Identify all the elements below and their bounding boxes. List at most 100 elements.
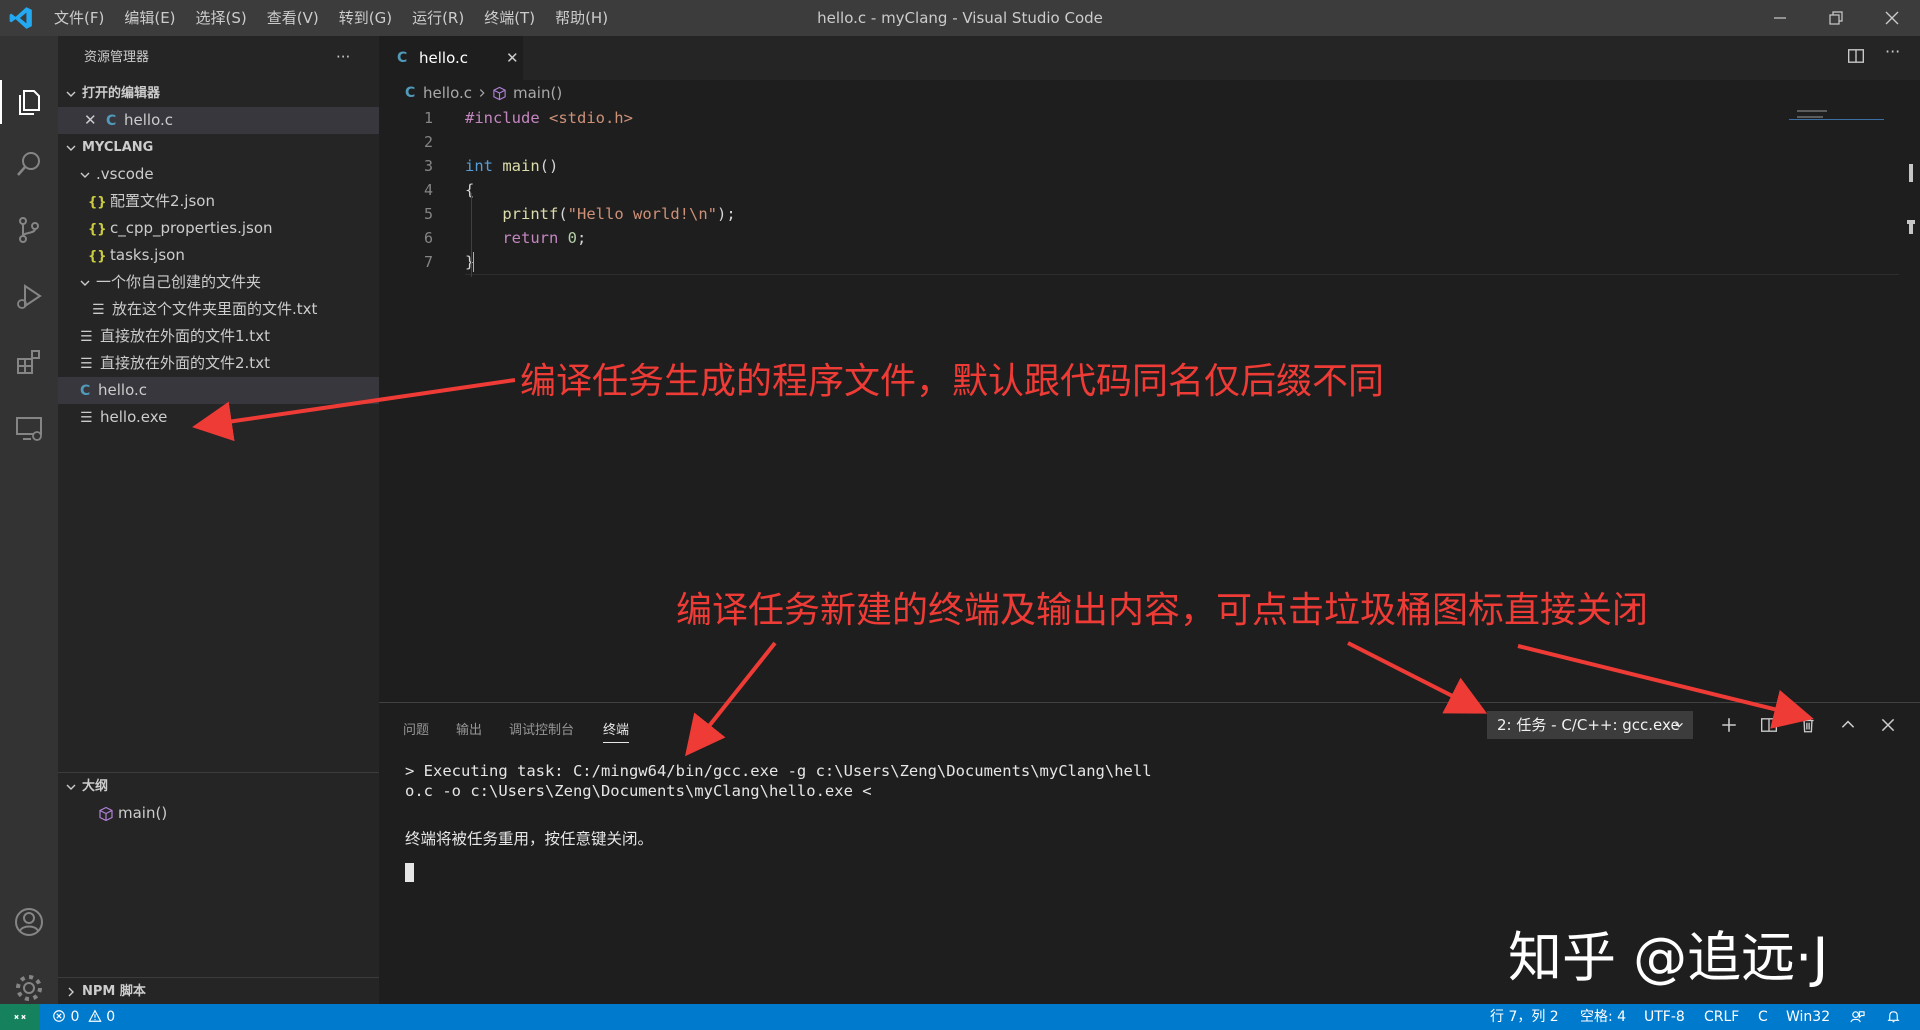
extensions-icon — [17, 350, 40, 374]
settings-button[interactable] — [9, 968, 49, 1008]
trash-icon — [1802, 718, 1814, 733]
text-file-icon: ☰ — [80, 410, 93, 426]
explorer-sidebar: 资源管理器 ··· 打开的编辑器 ✕ Chello.c MYCLANG .vsco… — [58, 36, 405, 1004]
tree-file-inner-txt[interactable]: ☰ 放在这个文件夹里面的文件.txt — [58, 296, 413, 323]
vscode-logo-icon — [9, 7, 32, 29]
outline-label: 大纲 — [82, 779, 109, 794]
menu-selection[interactable]: 选择(S) — [186, 0, 257, 36]
panel-tab-output[interactable]: 输出 — [456, 719, 482, 738]
eol-status[interactable]: CRLF — [1704, 1004, 1739, 1030]
remote-explorer-button[interactable] — [9, 408, 49, 448]
project-section[interactable]: MYCLANG — [58, 134, 385, 161]
menu-edit[interactable]: 编辑(E) — [114, 0, 185, 36]
code-line-6: return 0; — [465, 226, 586, 250]
remote-icon — [14, 1014, 26, 1020]
panel-tab-debug-console[interactable]: 调试控制台 — [509, 719, 574, 738]
tree-file-txt2[interactable]: ☰ 直接放在外面的文件2.txt — [58, 350, 401, 377]
menu-run[interactable]: 运行(R) — [402, 0, 474, 36]
npm-scripts-section[interactable]: NPM 脚本 — [58, 978, 385, 1005]
kill-terminal-button[interactable] — [1794, 711, 1822, 739]
split-terminal-button[interactable] — [1755, 711, 1783, 739]
outline-item-main[interactable]: main() — [58, 800, 419, 827]
menu-go[interactable]: 转到(G) — [329, 0, 402, 36]
indentation-status[interactable]: 空格: 4 — [1580, 1004, 1626, 1030]
tab-hello-c[interactable]: C hello.c ✕ — [379, 36, 523, 80]
accounts-button[interactable] — [9, 902, 49, 942]
scrollbar-thumb[interactable] — [1909, 164, 1913, 182]
menu-view[interactable]: 查看(V) — [257, 0, 329, 36]
explorer-title: 资源管理器 — [84, 50, 150, 65]
c-file-icon: C — [80, 383, 91, 399]
tree-folder-vscode[interactable]: .vscode — [58, 161, 399, 188]
panel-tab-problems[interactable]: 问题 — [403, 719, 429, 738]
breadcrumb-symbol[interactable]: main() — [513, 84, 562, 102]
run-debug-icon — [17, 284, 42, 309]
open-editors-section[interactable]: 打开的编辑器 — [58, 80, 385, 107]
restore-button[interactable] — [1808, 0, 1864, 36]
editor-more-actions-button[interactable]: ··· — [1885, 42, 1900, 61]
split-editor-button[interactable] — [1847, 47, 1869, 69]
terminal-select[interactable]: 2: 任务 - C/C++: gcc.exe — [1487, 711, 1693, 739]
tree-file-json-config2[interactable]: {} 配置文件2.json — [58, 188, 409, 215]
language-status[interactable]: C — [1758, 1004, 1768, 1030]
tree-file-label: 放在这个文件夹里面的文件.txt — [112, 300, 318, 318]
chevron-down-icon — [66, 91, 76, 97]
close-icon[interactable]: ✕ — [84, 107, 106, 134]
tree-file-tasks-json[interactable]: {} tasks.json — [58, 242, 409, 269]
warning-count: 0 — [106, 1009, 116, 1025]
chevron-right-icon — [479, 89, 485, 97]
panel-tab-terminal[interactable]: 终端 — [603, 719, 630, 743]
notifications-button[interactable] — [1886, 1004, 1901, 1030]
cursor-position-status[interactable]: 行 7，列 2 — [1490, 1004, 1559, 1030]
remote-indicator-button[interactable] — [0, 1004, 40, 1030]
minimize-button[interactable] — [1752, 0, 1808, 36]
menu-file[interactable]: 文件(F) — [44, 0, 114, 36]
extensions-button[interactable] — [9, 342, 49, 382]
active-indicator — [0, 80, 2, 124]
json-file-icon: {} — [88, 249, 107, 264]
more-actions-button[interactable]: ··· — [336, 44, 350, 71]
status-bar: 0 0 行 7，列 2 空格: 4 UTF-8 CRLF C Win32 — [0, 1004, 1920, 1030]
minimap[interactable] — [1789, 106, 1884, 120]
outline-section[interactable]: 大纲 — [58, 773, 385, 800]
maximize-panel-button[interactable] — [1834, 711, 1862, 739]
chevron-down-icon — [1675, 722, 1683, 728]
overview-ruler-mark — [1909, 220, 1913, 234]
menu-terminal[interactable]: 终端(T) — [474, 0, 545, 36]
terminal-output-line: > Executing task: C:/mingw64/bin/gcc.exe… — [405, 762, 1152, 780]
source-control-button[interactable] — [9, 210, 49, 250]
terminal-select-value: 2: 任务 - C/C++: gcc.exe — [1497, 716, 1680, 734]
annotation-exe-note: 编译任务生成的程序文件，默认跟代码同名仅后缀不同 — [520, 361, 1385, 402]
close-panel-button[interactable] — [1874, 711, 1902, 739]
new-terminal-button[interactable] — [1715, 711, 1743, 739]
tree-file-hello-exe[interactable]: ☰ hello.exe — [58, 404, 401, 431]
minimize-icon — [1774, 17, 1786, 19]
open-editor-item-hello-c[interactable]: ✕ Chello.c — [58, 107, 405, 134]
tree-file-hello-c[interactable]: Chello.c — [58, 377, 401, 404]
restore-icon — [1829, 11, 1843, 25]
terminal-cursor — [405, 863, 414, 882]
search-button[interactable] — [9, 144, 49, 184]
tree-folder-custom[interactable]: 一个你自己创建的文件夹 — [58, 269, 399, 296]
error-icon — [53, 1010, 65, 1022]
activity-bar — [0, 36, 58, 1004]
breadcrumb-file[interactable]: hello.c — [423, 84, 472, 102]
close-icon — [1881, 718, 1895, 732]
platform-status[interactable]: Win32 — [1786, 1004, 1830, 1030]
line-number: 6 — [423, 229, 433, 247]
tree-file-c-cpp-properties[interactable]: {} c_cpp_properties.json — [58, 215, 409, 242]
feedback-button[interactable] — [1850, 1004, 1865, 1030]
menu-help[interactable]: 帮助(H) — [545, 0, 618, 36]
problems-status[interactable]: 0 0 — [52, 1004, 115, 1030]
code-line-4: { — [465, 178, 474, 202]
encoding-status[interactable]: UTF-8 — [1644, 1004, 1685, 1030]
close-tab-icon[interactable]: ✕ — [506, 49, 519, 67]
tree-file-txt1[interactable]: ☰ 直接放在外面的文件1.txt — [58, 323, 401, 350]
line-number: 5 — [423, 205, 433, 223]
account-icon — [15, 908, 43, 936]
explorer-button[interactable] — [9, 82, 49, 122]
run-debug-button[interactable] — [9, 276, 49, 316]
close-window-button[interactable] — [1864, 0, 1920, 36]
source-control-icon — [19, 217, 39, 243]
keyword-token: int — [465, 157, 493, 175]
